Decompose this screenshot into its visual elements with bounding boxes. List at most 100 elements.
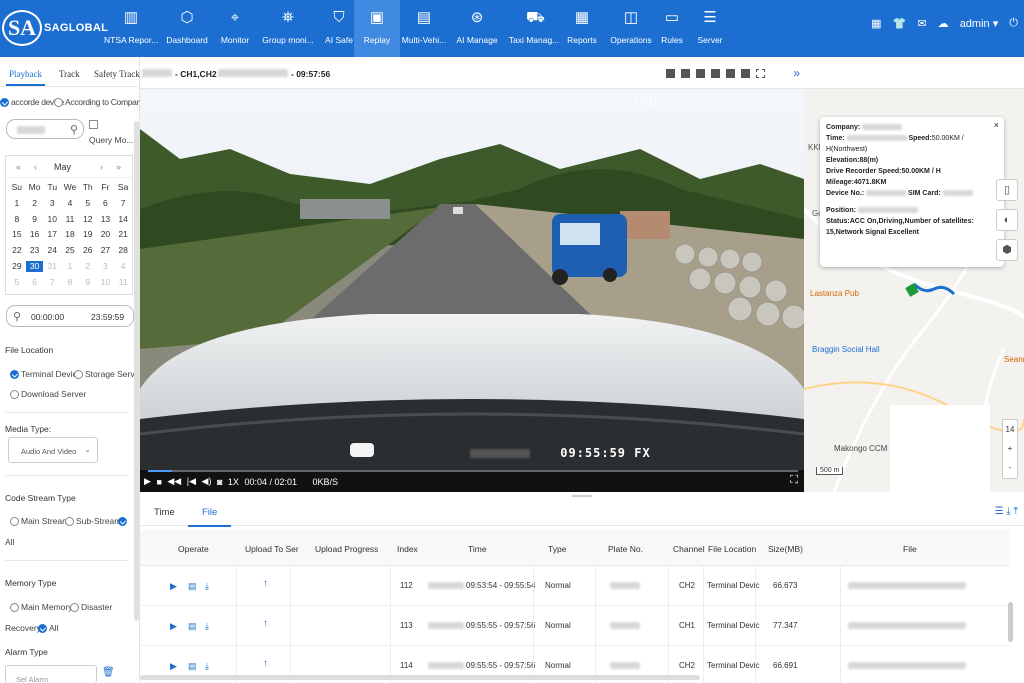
calendar-day[interactable]: 11 [114,277,132,288]
calendar-day[interactable]: 3 [97,261,115,272]
playback-speed[interactable]: 1X [228,477,239,487]
calendar-day[interactable]: 1 [61,261,79,272]
play-file-icon[interactable]: ▶ [170,621,177,632]
map-layer-icon[interactable]: ◐ [996,209,1018,231]
calendar-day[interactable]: 2 [79,261,97,272]
calendar-day[interactable]: 26 [79,245,97,256]
save-file-icon[interactable]: ▤ [188,661,197,672]
prev-year-button[interactable]: « [16,162,21,172]
calendar-day[interactable]: 3 [43,198,61,209]
table-horizontal-scrollbar[interactable] [140,675,700,680]
col-upload-progress[interactable]: Upload Progress [315,544,378,554]
brand-logo[interactable]: SA SAGLOBAL [2,8,114,48]
search-icon[interactable]: ⚲ [70,123,78,136]
calendar-month[interactable]: May [54,162,71,172]
table-vertical-scrollbar[interactable] [1008,602,1013,642]
power-icon[interactable]: ⏻ [1009,17,1018,30]
calendar-day[interactable]: 28 [114,245,132,256]
col-upload[interactable]: Upload To Ser [245,544,299,554]
col-size[interactable]: Size(MB) [768,544,803,554]
calendar-day[interactable]: 9 [79,277,97,288]
calendar-day[interactable]: 4 [114,261,132,272]
layout-9-icon[interactable] [726,69,735,78]
table-row[interactable]: ▶ ▤ ⤓ ↑ 112 09:53:54 - 09:55:54 Normal CH2 Termi… [140,566,1010,606]
calendar-day[interactable]: 8 [8,214,26,225]
col-operate[interactable]: Operate [178,544,209,554]
start-time[interactable]: 00:00:00 [31,312,64,322]
layout-8-icon[interactable] [711,69,720,78]
tab-playback[interactable]: Playback [6,69,45,86]
download-file-icon[interactable]: ⤓ [205,621,209,632]
calendar-day[interactable]: 7 [43,277,61,288]
calendar-day[interactable]: 18 [61,229,79,240]
calendar-day[interactable]: 31 [43,261,61,272]
layout-4-icon[interactable] [681,69,690,78]
map-label-makongo[interactable]: Makongo CCM [834,444,887,453]
next-year-button[interactable]: » [116,162,121,172]
nav-item-ai-manage[interactable]: ⊛ AI Manage [446,0,508,57]
upload-to-server-icon[interactable]: ↑ [263,658,268,669]
query-more-checkbox[interactable] [89,120,98,129]
mode-company-radio[interactable]: According to Company [54,97,145,108]
layout-1-icon[interactable] [666,69,675,78]
calendar-day[interactable]: 30 [25,260,44,272]
calendar-day[interactable]: 24 [43,245,61,256]
zoom-out-button[interactable]: - [1003,458,1017,477]
fullscreen-icon[interactable] [756,69,765,78]
play-file-icon[interactable]: ▶ [170,661,177,672]
end-time[interactable]: 23:59:59 [91,312,124,322]
list-icon[interactable]: ☰ [995,506,1004,517]
track-map[interactable]: KKK Go Lastanza Pub Braggin Social Hall … [804,89,1024,492]
rewind-icon[interactable]: ◀◀ [167,476,181,487]
file-location-download[interactable]: Download Server [10,389,86,400]
layout-16-icon[interactable] [741,69,750,78]
calendar-day[interactable]: 12 [79,214,97,225]
calendar-day[interactable]: 23 [26,245,44,256]
next-month-button[interactable]: › [100,162,103,172]
close-icon[interactable]: × [994,120,999,131]
mail-icon[interactable]: ✉ [917,17,926,30]
col-file[interactable]: File [903,544,917,554]
calendar-day[interactable]: 25 [61,245,79,256]
nav-item-rules[interactable]: ▭ Rules [652,0,692,57]
nav-item-dashboard[interactable]: ⬡ Dashboard [159,0,215,57]
calendar-day[interactable]: 27 [97,245,115,256]
download-file-icon[interactable]: ⤓ [205,661,209,672]
map-label-lastanza[interactable]: Lastanza Pub [810,289,859,298]
calendar-day[interactable]: 21 [114,229,132,240]
file-location-terminal[interactable]: Terminal Device [10,369,81,380]
calendar-day[interactable]: 14 [114,214,132,225]
col-time[interactable]: Time [468,544,487,554]
time-range-input[interactable]: ⚲ 00:00:00 23:59:59 [6,305,134,327]
calendar-day[interactable]: 22 [8,245,26,256]
calendar-day[interactable]: 6 [97,198,115,209]
nav-item-group-moni[interactable]: ⛯ Group moni... [256,0,320,57]
memory-disaster[interactable]: Disaster [70,602,112,613]
calendar-day[interactable]: 19 [79,229,97,240]
volume-icon[interactable]: ◀) [202,476,212,487]
save-file-icon[interactable]: ▤ [188,581,197,592]
col-channel[interactable]: Channel [673,544,705,554]
code-stream-all-radio[interactable] [118,517,127,526]
trash-icon[interactable]: 🗑 [102,667,115,678]
calendar-day[interactable]: 16 [26,229,44,240]
calendar-day[interactable]: 2 [26,198,44,209]
calendar-day[interactable]: 10 [43,214,61,225]
media-type-select[interactable]: Audio And Video ⌄ [8,437,98,463]
calendar-day[interactable]: 9 [26,214,44,225]
memory-main[interactable]: Main Memory [10,602,72,613]
shirt-icon[interactable]: 👕 [893,17,907,30]
step-back-icon[interactable]: |◀ [187,476,196,487]
upload-to-server-icon[interactable]: ↑ [263,578,268,589]
map-label-braggin[interactable]: Braggin Social Hall [812,345,880,354]
nav-item-taxi-manag[interactable]: ⛟ Taxi Manag... [502,0,566,57]
calendar-day[interactable]: 6 [26,277,44,288]
user-menu[interactable]: admin ▾ [960,17,999,30]
tab-file[interactable]: File [187,507,232,527]
video-player[interactable]: CH1 ... 09:55:59 FX [140,89,804,492]
calendar-day[interactable]: 7 [114,198,132,209]
file-location-storage[interactable]: Storage Server [74,369,142,380]
alarm-type-select[interactable]: Sel Alarm [5,665,97,683]
col-plate[interactable]: Plate No. [608,544,643,554]
col-type[interactable]: Type [548,544,566,554]
